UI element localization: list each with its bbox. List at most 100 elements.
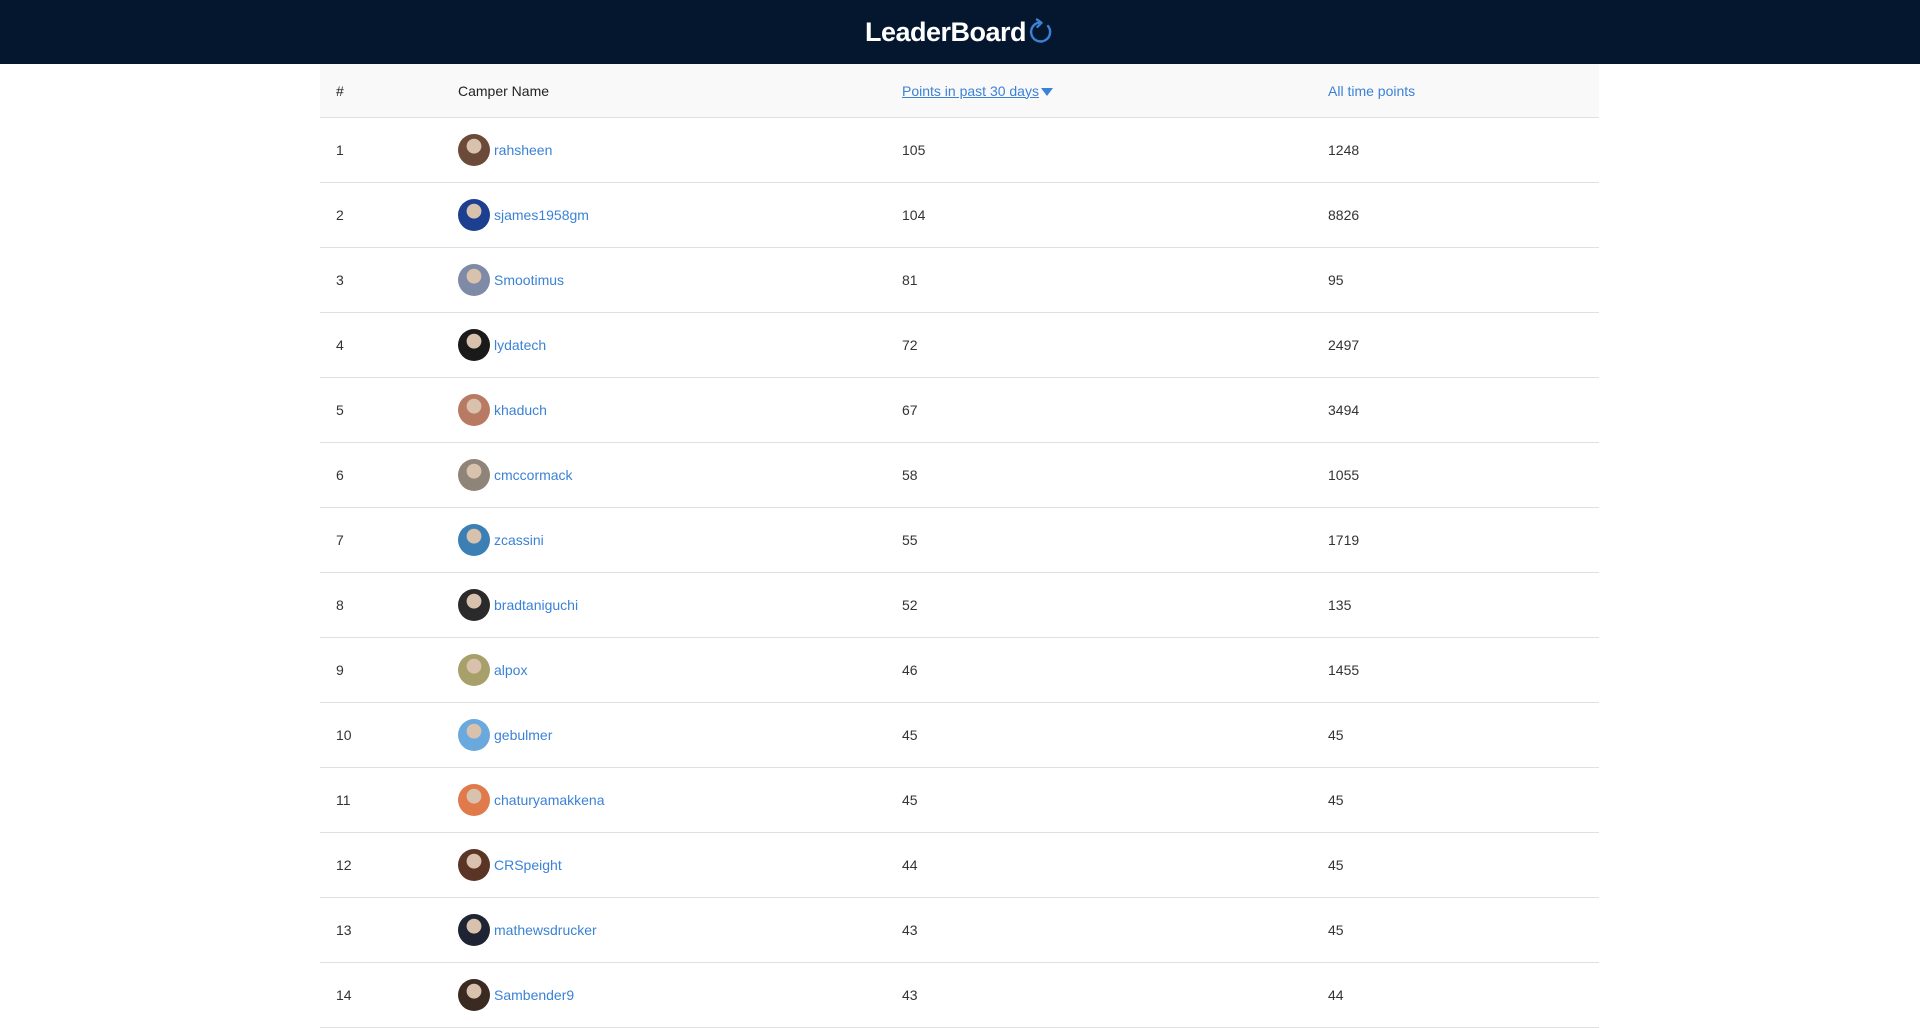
- recent-points-cell: 44: [902, 857, 918, 873]
- camper-cell: gebulmer: [458, 703, 902, 768]
- alltime-points-cell: 2497: [1328, 337, 1360, 353]
- camper-link[interactable]: chaturyamakkena: [494, 792, 605, 808]
- refresh-icon[interactable]: [1027, 18, 1055, 46]
- camper-cell: chaturyamakkena: [458, 768, 902, 833]
- table-row: 9 alpox 46 1455: [320, 638, 1599, 703]
- alltime-points-cell: 45: [1328, 857, 1344, 873]
- alltime-points-cell: 45: [1328, 792, 1344, 808]
- rank-cell: 5: [336, 402, 344, 418]
- camper-link[interactable]: bradtaniguchi: [494, 597, 578, 613]
- rank-cell: 8: [336, 597, 344, 613]
- rank-cell: 3: [336, 272, 344, 288]
- avatar[interactable]: [458, 329, 490, 361]
- rank-cell: 13: [336, 922, 352, 938]
- recent-points-cell: 45: [902, 792, 918, 808]
- avatar[interactable]: [458, 784, 490, 816]
- recent-points-cell: 67: [902, 402, 918, 418]
- camper: khaduch: [458, 394, 902, 426]
- camper-link[interactable]: cmccormack: [494, 467, 573, 483]
- camper: lydatech: [458, 329, 902, 361]
- table-row: 7 zcassini 55 1719: [320, 508, 1599, 573]
- avatar[interactable]: [458, 394, 490, 426]
- recent-points-cell: 55: [902, 532, 918, 548]
- table-row: 6 cmccormack 58 1055: [320, 443, 1599, 508]
- table-row: 2 sjames1958gm 104 8826: [320, 183, 1599, 248]
- table-row: 3 Smootimus 81 95: [320, 248, 1599, 313]
- alltime-points-cell: 1055: [1328, 467, 1360, 483]
- camper-link[interactable]: CRSpeight: [494, 857, 562, 873]
- camper-link[interactable]: lydatech: [494, 337, 546, 353]
- avatar[interactable]: [458, 199, 490, 231]
- camper-link[interactable]: rahsheen: [494, 142, 552, 158]
- camper: zcassini: [458, 524, 902, 556]
- alltime-points-cell: 1455: [1328, 662, 1360, 678]
- camper-link[interactable]: gebulmer: [494, 727, 552, 743]
- brand: LeaderBoard: [865, 17, 1055, 48]
- table-row: 4 lydatech 72 2497: [320, 313, 1599, 378]
- avatar[interactable]: [458, 524, 490, 556]
- avatar[interactable]: [458, 849, 490, 881]
- camper-cell: bradtaniguchi: [458, 573, 902, 638]
- camper-link[interactable]: alpox: [494, 662, 527, 678]
- avatar[interactable]: [458, 589, 490, 621]
- camper: chaturyamakkena: [458, 784, 902, 816]
- rank-cell: 11: [336, 792, 351, 808]
- rank-cell: 10: [336, 727, 352, 743]
- camper-link[interactable]: khaduch: [494, 402, 547, 418]
- table-row: 13 mathewsdrucker 43 45: [320, 898, 1599, 963]
- recent-points-cell: 104: [902, 207, 926, 223]
- recent-points-header[interactable]: Points in past 30 days: [902, 64, 1328, 118]
- rank-cell: 2: [336, 207, 344, 223]
- camper: rahsheen: [458, 134, 902, 166]
- camper: Smootimus: [458, 264, 902, 296]
- recent-points-cell: 81: [902, 272, 918, 288]
- table-row: 14 Sambender9 43 44: [320, 963, 1599, 1028]
- camper-cell: Smootimus: [458, 248, 902, 313]
- camper: bradtaniguchi: [458, 589, 902, 621]
- camper: Sambender9: [458, 979, 902, 1011]
- avatar[interactable]: [458, 719, 490, 751]
- camper: sjames1958gm: [458, 199, 902, 231]
- camper-cell: CRSpeight: [458, 833, 902, 898]
- avatar[interactable]: [458, 264, 490, 296]
- camper-name-header: Camper Name: [458, 82, 550, 99]
- recent-points-sort-link[interactable]: Points in past 30 days: [902, 83, 1039, 99]
- rank-cell: 6: [336, 467, 344, 483]
- recent-points-cell: 72: [902, 337, 918, 353]
- avatar[interactable]: [458, 979, 490, 1011]
- avatar[interactable]: [458, 459, 490, 491]
- camper-link[interactable]: mathewsdrucker: [494, 922, 597, 938]
- alltime-points-cell: 44: [1328, 987, 1344, 1003]
- recent-points-cell: 46: [902, 662, 918, 678]
- rank-cell: 14: [336, 987, 352, 1003]
- leaderboard: # Camper Name Points in past 30 days All…: [320, 64, 1599, 1028]
- camper: cmccormack: [458, 459, 902, 491]
- table-body: 1 rahsheen 105 1248 2 sjames1958gm 104 8826 3 Smo…: [320, 118, 1599, 1028]
- recent-points-cell: 58: [902, 467, 918, 483]
- app-title: LeaderBoard: [864, 16, 1027, 47]
- camper-link[interactable]: sjames1958gm: [494, 207, 589, 223]
- alltime-points-cell: 95: [1328, 272, 1344, 288]
- rank-cell: 1: [336, 142, 344, 158]
- camper-cell: lydatech: [458, 313, 902, 378]
- alltime-points-cell: 135: [1328, 597, 1352, 613]
- camper-link[interactable]: Sambender9: [494, 987, 574, 1003]
- table-row: 5 khaduch 67 3494: [320, 378, 1599, 443]
- camper-cell: zcassini: [458, 508, 902, 573]
- sort-desc-icon[interactable]: [1040, 87, 1053, 96]
- alltime-points-header[interactable]: All time points: [1328, 64, 1599, 118]
- alltime-points-sort-link[interactable]: All time points: [1328, 83, 1415, 99]
- camper-cell: alpox: [458, 638, 902, 703]
- table-row: 1 rahsheen 105 1248: [320, 118, 1599, 183]
- rank-cell: 4: [336, 337, 344, 353]
- avatar[interactable]: [458, 914, 490, 946]
- avatar[interactable]: [458, 654, 490, 686]
- camper-cell: Sambender9: [458, 963, 902, 1028]
- alltime-points-cell: 1248: [1328, 142, 1360, 158]
- camper-link[interactable]: zcassini: [494, 532, 544, 548]
- alltime-points-cell: 3494: [1328, 402, 1360, 418]
- avatar[interactable]: [458, 134, 490, 166]
- recent-points-cell: 43: [902, 987, 918, 1003]
- camper-link[interactable]: Smootimus: [494, 272, 564, 288]
- camper-cell: cmccormack: [458, 443, 902, 508]
